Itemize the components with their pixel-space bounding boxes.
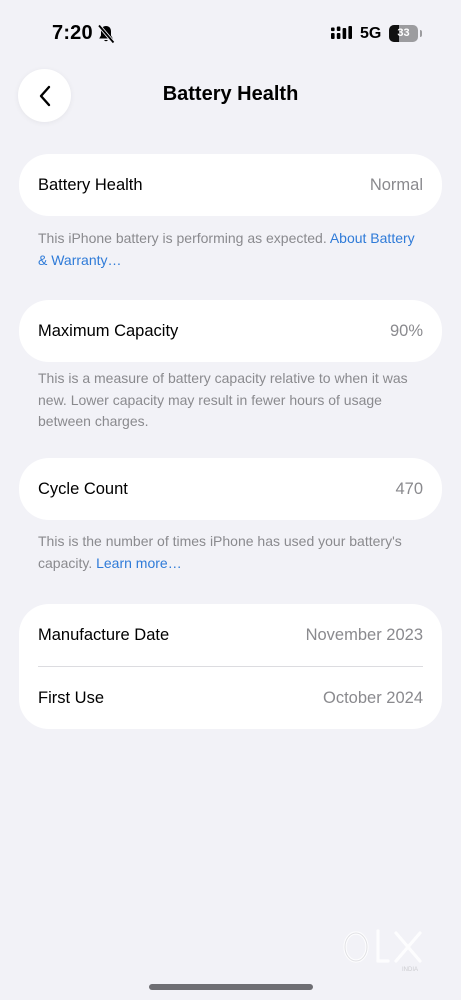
- battery-health-footnote-text: This iPhone battery is performing as exp…: [38, 230, 330, 246]
- max-capacity-value: 90%: [389, 322, 423, 340]
- battery-percent: 33: [397, 27, 410, 39]
- page-title: Battery Health: [162, 83, 299, 105]
- first-use-value: October 2024: [323, 689, 423, 707]
- max-capacity-label: Maximum Capacity: [38, 322, 179, 340]
- svg-text:INDIA: INDIA: [402, 967, 418, 973]
- battery-icon: 33: [389, 25, 423, 43]
- battery-health-footnote: This iPhone battery is performing as exp…: [38, 228, 423, 271]
- battery-health-card: Battery Health Normal: [19, 154, 442, 216]
- dates-card: Manufacture Date November 2023 First Use…: [19, 604, 442, 729]
- bell-muted-icon: [97, 24, 115, 44]
- cycle-count-footnote: This is the number of times iPhone has u…: [38, 531, 423, 574]
- home-indicator[interactable]: [149, 984, 313, 990]
- first-use-row[interactable]: First Use October 2024: [19, 667, 442, 729]
- cycle-count-card: Cycle Count 470: [19, 458, 442, 520]
- manufacture-date-value: November 2023: [305, 626, 423, 644]
- cycle-count-footnote-text: This is the number of times iPhone has u…: [38, 533, 402, 571]
- battery-health-row[interactable]: Battery Health Normal: [19, 154, 442, 216]
- max-capacity-footnote: This is a measure of battery capacity re…: [38, 370, 408, 429]
- manufacture-date-row[interactable]: Manufacture Date November 2023: [19, 604, 442, 666]
- cycle-count-row[interactable]: Cycle Count 470: [19, 458, 442, 520]
- status-time: 7:20: [52, 22, 93, 44]
- learn-more-link[interactable]: Learn more…: [96, 555, 182, 571]
- cycle-count-value: 470: [395, 480, 423, 498]
- manufacture-date-label: Manufacture Date: [38, 626, 170, 644]
- battery-health-label: Battery Health: [38, 176, 143, 194]
- first-use-label: First Use: [38, 689, 104, 707]
- status-bar: 7:20 5G 33: [0, 0, 461, 62]
- olx-watermark-logo: INDIA: [343, 929, 422, 973]
- battery-health-value: Normal: [369, 176, 423, 194]
- max-capacity-row[interactable]: Maximum Capacity 90%: [19, 300, 442, 362]
- cycle-count-label: Cycle Count: [38, 480, 128, 498]
- network-type: 5G: [360, 25, 382, 42]
- signal-icon: [331, 26, 352, 39]
- max-capacity-card: Maximum Capacity 90%: [19, 300, 442, 362]
